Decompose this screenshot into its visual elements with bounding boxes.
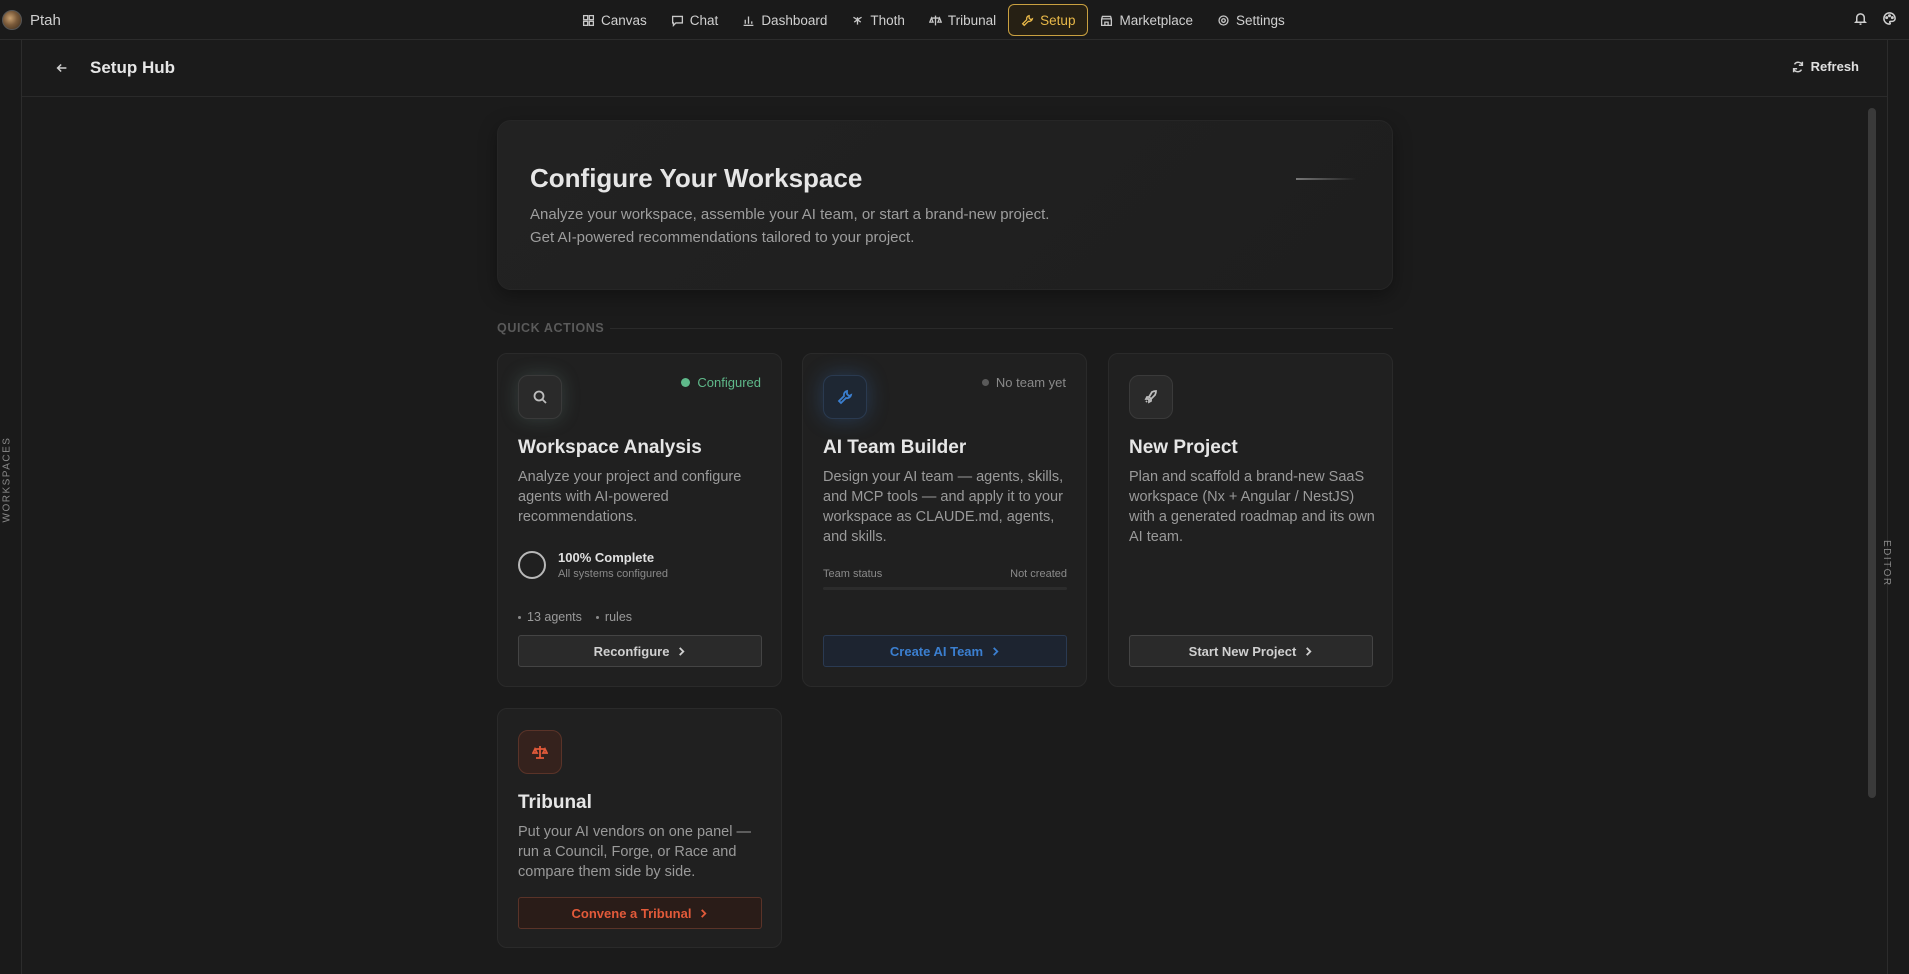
progress-summary: 100% Complete All systems configured [518,550,668,580]
progress-title: 100% Complete [558,550,655,565]
main-nav: Canvas Chat Dashboard Thoth Tribunal Set… [570,4,1297,36]
workspaces-rail-label: WORKSPACES [1,436,13,523]
refresh-label: Refresh [1810,59,1859,74]
team-status-row: Team status Not created [823,568,1067,580]
top-icons [1853,11,1897,26]
meta-agents: 13 agents [518,610,582,624]
back-button[interactable] [52,58,72,78]
nav-label: Canvas [601,12,647,28]
workspace-analysis-card: Configured Workspace Analysis Analyze yo… [497,353,782,687]
button-label: Start New Project [1188,643,1297,659]
brand[interactable]: Ptah [2,10,61,30]
analysis-meta: 13 agents rules [518,610,632,624]
status-badge: No team yet [981,375,1066,390]
scrollbar[interactable] [1868,108,1876,798]
status-dot [681,378,691,387]
card-description: Analyze your project and configure agent… [518,469,742,525]
section-divider [610,328,1393,329]
nav-tribunal[interactable]: Tribunal [917,4,1008,36]
nav-dashboard[interactable]: Dashboard [730,4,839,36]
section-label: QUICK ACTIONS [497,321,605,335]
nav-canvas[interactable]: Canvas [570,4,659,36]
refresh-button[interactable]: Refresh [1791,59,1859,74]
nav-label: Chat [689,12,719,28]
thoth-icon [853,16,863,25]
nav-settings[interactable]: Settings [1205,4,1297,36]
nav-chat[interactable]: Chat [659,4,731,36]
team-icon-box [823,375,867,419]
arrow-left-icon [56,63,67,73]
nav-thoth[interactable]: Thoth [839,4,917,36]
hero-description: Analyze your workspace, assemble your AI… [530,206,1050,246]
chevron-right-icon [679,646,685,656]
rocket-icon [1144,390,1157,404]
bar-chart-icon [743,15,754,26]
palette-icon[interactable] [1882,11,1897,26]
gear-icon [1218,14,1229,26]
status-dot [981,379,989,386]
project-icon-box [1129,375,1173,419]
convene-tribunal-button[interactable]: Convene a Tribunal [518,897,762,929]
tribunal-icon [928,15,942,25]
card-description: Design your AI team — agents, skills, an… [823,469,1064,545]
scales-icon [532,746,548,759]
status-text: Configured [697,375,761,390]
card-description: Put your AI vendors on one panel — run a… [518,824,751,880]
app-name: Ptah [30,11,61,29]
hero-decoration [1296,178,1356,180]
chevron-right-icon [701,908,708,918]
grid-icon [582,14,595,26]
team-status-label: Team status [823,568,883,580]
create-ai-team-button[interactable]: Create AI Team [823,635,1067,667]
card-title: New Project [1129,437,1238,458]
search-icon [533,390,547,404]
card-title: Workspace Analysis [518,437,702,458]
wrench-icon [837,389,853,405]
start-new-project-button[interactable]: Start New Project [1129,635,1373,667]
nav-label: Dashboard [761,12,828,28]
nav-label: Settings [1236,12,1285,28]
store-icon [1101,15,1113,26]
chat-icon [671,15,683,27]
page-header: Setup Hub Refresh [22,40,1887,97]
button-label: Reconfigure [593,643,670,659]
team-status-value: Not created [1010,568,1067,580]
editor-rail-label: EDITOR [1881,540,1892,587]
app-logo [2,10,22,30]
nav-label: Marketplace [1119,12,1193,28]
refresh-icon [1792,61,1803,72]
chevron-right-icon [993,646,999,656]
tribunal-card: Tribunal Put your AI vendors on one pane… [497,708,782,948]
nav-label: Thoth [870,12,905,28]
chevron-right-icon [1306,646,1312,656]
nav-marketplace[interactable]: Marketplace [1088,4,1205,36]
meta-rules: rules [595,610,632,624]
top-bar: Ptah Canvas Chat Dashboard Thoth Tribuna… [0,0,1909,40]
card-title: AI Team Builder [823,437,967,458]
nav-setup[interactable]: Setup [1008,4,1089,36]
workspaces-rail[interactable]: WORKSPACES [0,40,22,974]
analysis-icon-box [518,375,562,419]
hero-title: Configure Your Workspace [530,163,863,193]
new-project-card: New Project Plan and scaffold a brand-ne… [1108,353,1393,687]
nav-label: Setup [1040,12,1076,28]
hero-banner: Configure Your Workspace Analyze your wo… [497,120,1393,290]
wrench-icon [1021,14,1034,26]
progress-ring [518,551,546,579]
status-text: No team yet [995,375,1066,390]
nav-label: Tribunal [947,12,997,28]
status-badge: Configured [681,375,761,390]
card-description: Plan and scaffold a brand-new SaaS works… [1129,469,1375,545]
progress-subtitle: All systems configured [558,568,669,580]
button-label: Convene a Tribunal [571,905,692,921]
editor-rail[interactable]: EDITOR [1881,40,1909,974]
page-title: Setup Hub [90,58,175,77]
bell-icon[interactable] [1853,11,1868,26]
tribunal-icon-box [518,730,562,774]
button-label: Create AI Team [889,643,984,659]
reconfigure-button[interactable]: Reconfigure [518,635,762,667]
team-progress-bar [823,587,1067,590]
card-title: Tribunal [518,792,592,813]
ai-team-builder-card: No team yet AI Team Builder Design your … [802,353,1087,687]
